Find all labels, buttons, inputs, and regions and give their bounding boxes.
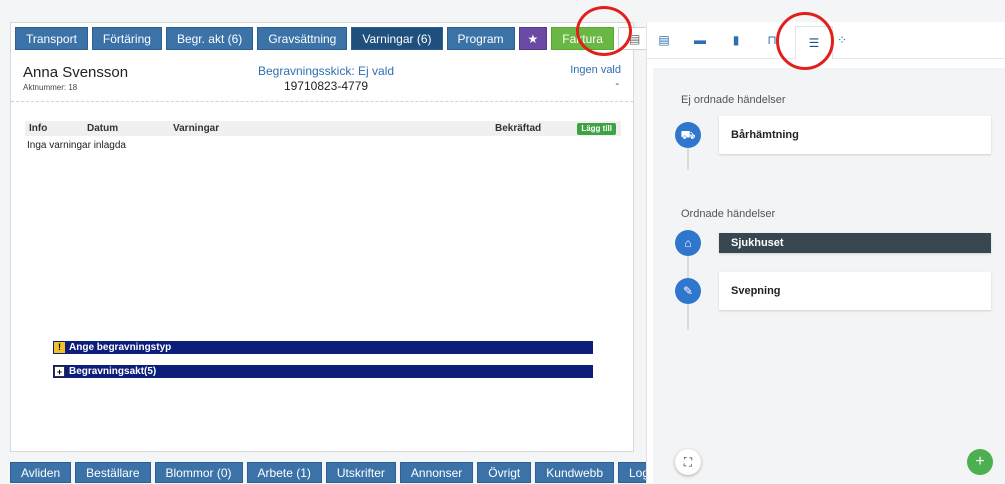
home-icon: ⌂ bbox=[675, 230, 701, 256]
tab-annonser[interactable]: Annonser bbox=[399, 462, 474, 483]
event-sjukhuset[interactable]: Sjukhuset bbox=[719, 233, 991, 253]
add-event-button[interactable]: + bbox=[967, 449, 993, 475]
col-info: Info bbox=[29, 123, 48, 134]
event-barhamtning[interactable]: Bårhämtning bbox=[719, 116, 991, 154]
event-svepning[interactable]: Svepning bbox=[719, 272, 991, 310]
person-wrap-icon: ✎ bbox=[675, 278, 701, 304]
tab-blommor[interactable]: Blommor (0) bbox=[154, 462, 243, 483]
tab-bestallare[interactable]: Beställare bbox=[75, 462, 151, 483]
tab-program[interactable]: Program bbox=[446, 27, 515, 50]
deceased-name: Anna Svensson bbox=[23, 64, 129, 81]
timeline-panel: ▤ ▬ ▮ ⊓ ☰ ⁘ Ej ordnade händelser ⛟ Bårhä… bbox=[646, 22, 1005, 483]
ange-begravningstyp-label: Ange begravningstyp bbox=[69, 342, 172, 353]
col-varningar: Varningar bbox=[173, 123, 220, 134]
warning-icon: ! bbox=[54, 342, 65, 353]
expand-plus-icon[interactable]: + bbox=[54, 366, 65, 377]
tab-varningar[interactable]: Varningar (6) bbox=[351, 27, 443, 50]
sitemap-icon[interactable]: ⁘ bbox=[835, 33, 849, 47]
top-tab-bar: Transport Förtäring Begr. akt (6) Gravsä… bbox=[11, 23, 652, 50]
bottom-tab-bar: Avliden Beställare Blommor (0) Arbete (1… bbox=[10, 462, 667, 483]
tab-gravsattning[interactable]: Gravsättning bbox=[257, 27, 348, 50]
case-header: Anna Svensson Aktnummer: 18 Begravningss… bbox=[11, 56, 633, 102]
tab-arbete[interactable]: Arbete (1) bbox=[246, 462, 322, 483]
list-icon[interactable]: ▤ bbox=[657, 33, 671, 47]
tab-begr-akt[interactable]: Begr. akt (6) bbox=[165, 27, 254, 50]
begravningsakt-bar[interactable]: + Begravningsakt(5) bbox=[53, 365, 593, 378]
col-bekraftad: Bekräftad bbox=[495, 123, 542, 134]
tab-favorite-star-icon[interactable]: ★ bbox=[518, 27, 548, 50]
ange-begravningstyp-bar[interactable]: ! Ange begravningstyp bbox=[53, 341, 593, 354]
personnummer: 19710823-4779 bbox=[283, 79, 369, 93]
tab-avliden[interactable]: Avliden bbox=[10, 462, 72, 483]
empty-warnings-text: Inga varningar inlagda bbox=[27, 140, 126, 151]
begravningsakt-label: Begravningsakt(5) bbox=[69, 366, 157, 377]
file-icon[interactable]: ▮ bbox=[729, 33, 743, 47]
truck-icon: ⛟ bbox=[675, 122, 701, 148]
header-dash: - bbox=[615, 78, 619, 90]
timeline-body: Ej ordnade händelser ⛟ Bårhämtning Ordna… bbox=[653, 68, 1005, 483]
tab-transport[interactable]: Transport bbox=[15, 27, 88, 50]
add-warning-button[interactable]: Lägg till bbox=[577, 123, 616, 135]
unordered-events-title: Ej ordnade händelser bbox=[681, 94, 786, 106]
highlight-circle bbox=[576, 6, 632, 56]
expand-icon[interactable]: ⛶ bbox=[675, 449, 701, 475]
aktnummer: Aktnummer: 18 bbox=[23, 83, 78, 92]
highlight-circle bbox=[776, 12, 834, 70]
tab-ovrigt[interactable]: Övrigt bbox=[477, 462, 532, 483]
tab-kundwebb[interactable]: Kundwebb bbox=[535, 462, 614, 483]
begravningsskick-link[interactable]: Begravningsskick: Ej vald bbox=[231, 64, 421, 78]
chat-icon[interactable]: ▬ bbox=[693, 33, 707, 47]
main-panel: Transport Förtäring Begr. akt (6) Gravsä… bbox=[10, 22, 652, 452]
col-datum: Datum bbox=[87, 123, 119, 134]
warnings-table-header: Info Datum Varningar Bekräftad Lägg till bbox=[25, 121, 621, 136]
ordered-events-title: Ordnade händelser bbox=[681, 208, 776, 220]
tab-fortaring[interactable]: Förtäring bbox=[91, 27, 162, 50]
ingen-vald-link[interactable]: Ingen vald bbox=[570, 64, 621, 76]
tab-utskrifter[interactable]: Utskrifter bbox=[325, 462, 396, 483]
